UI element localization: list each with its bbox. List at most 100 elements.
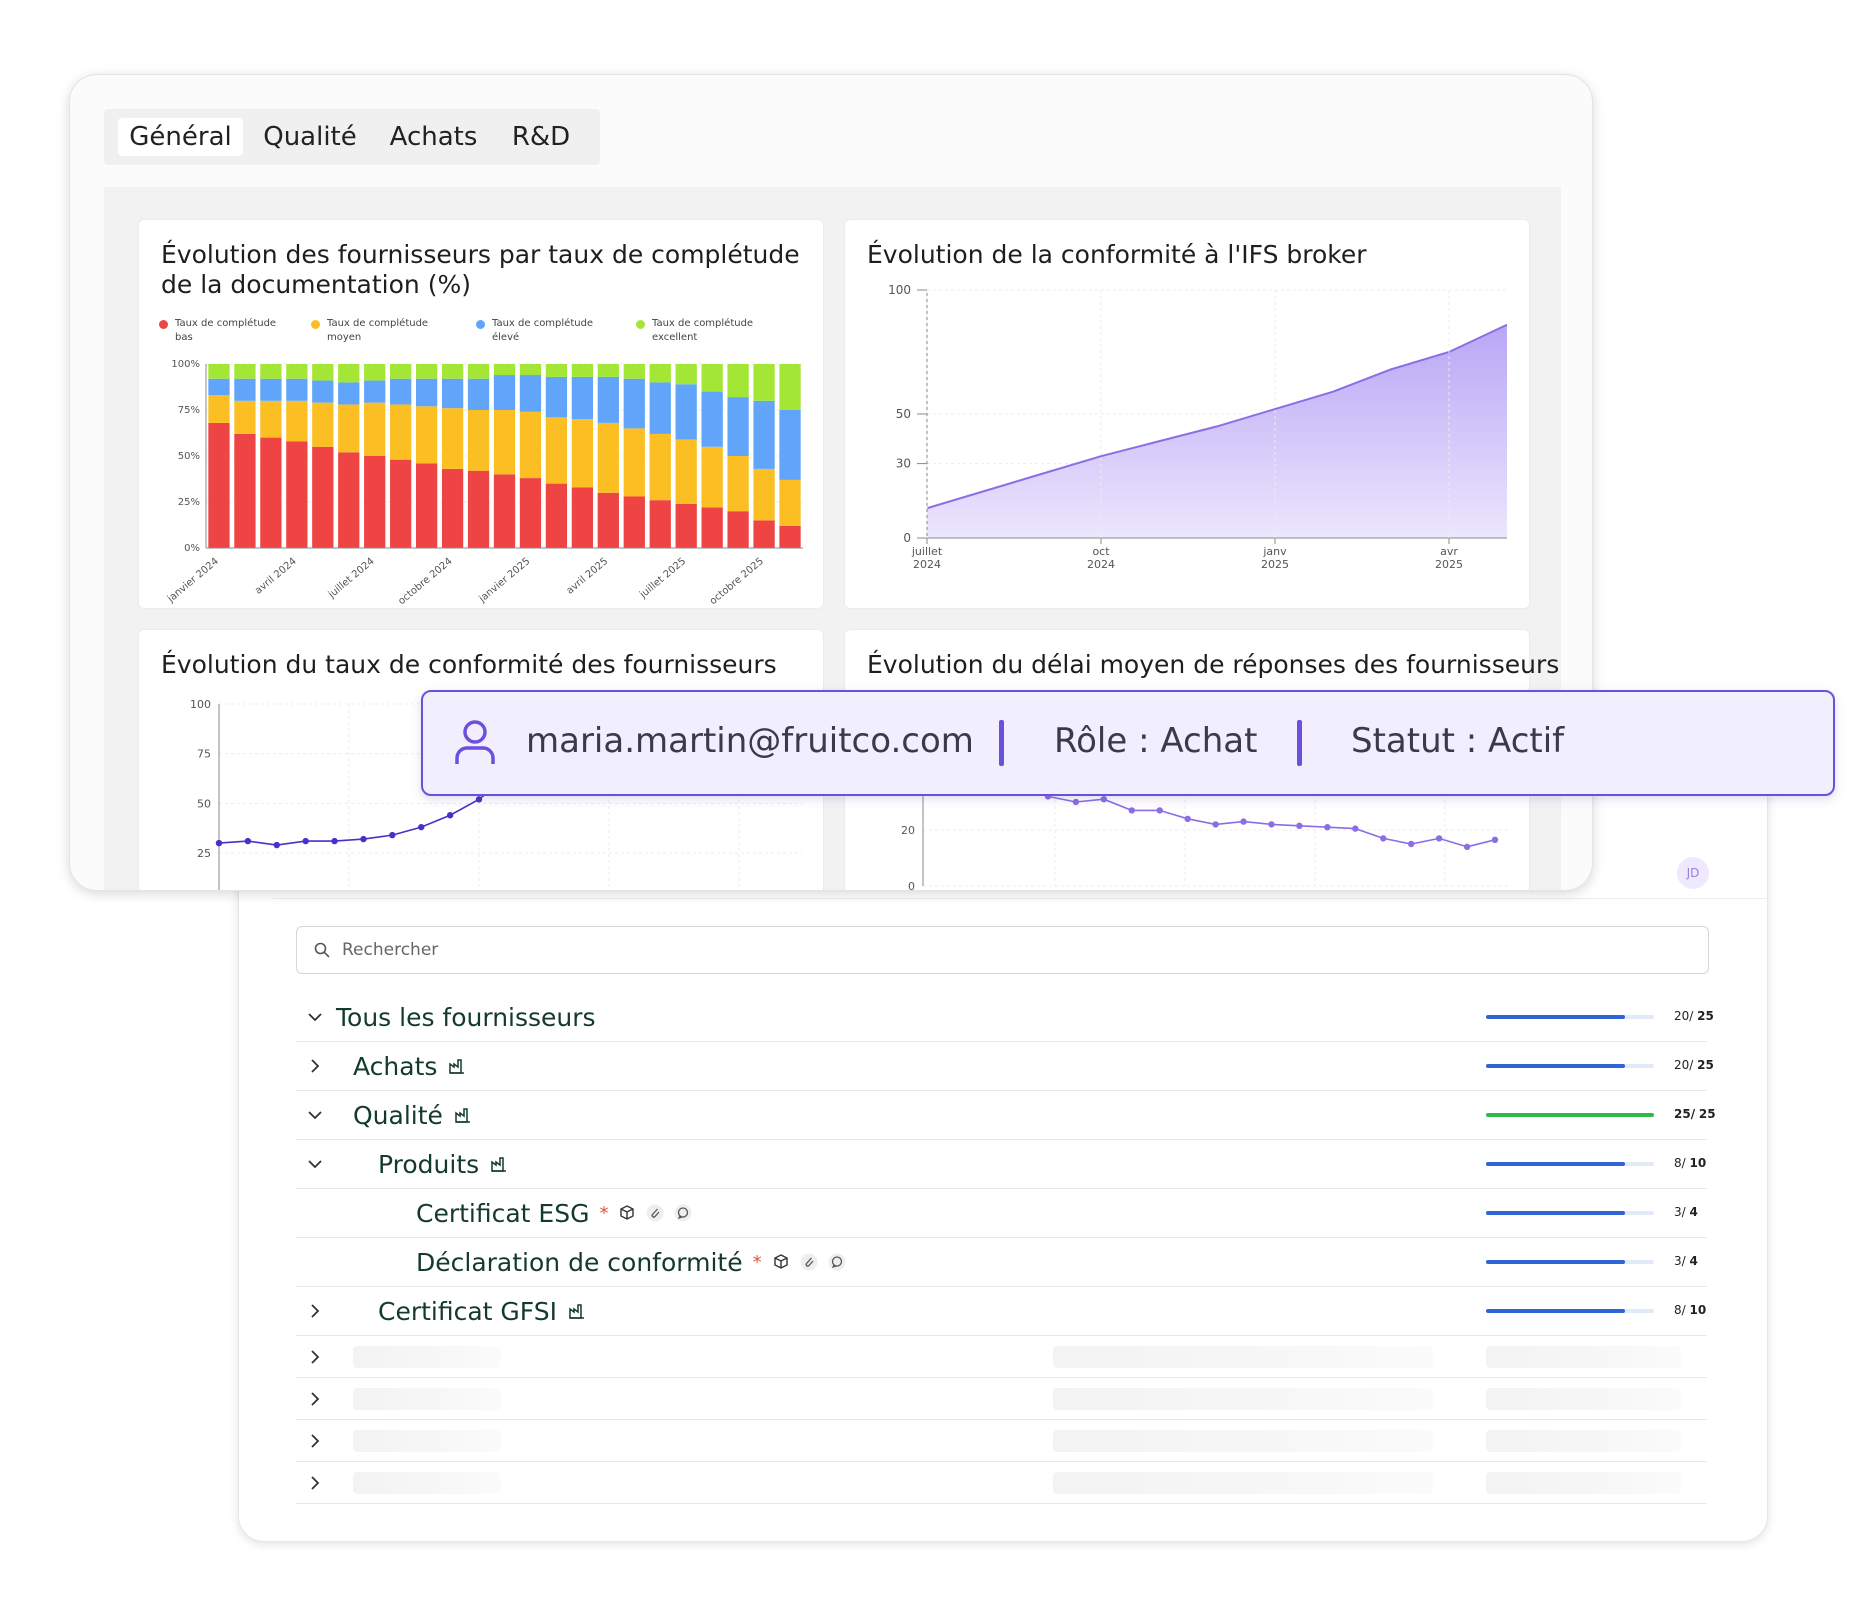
chevron-right-icon[interactable] (306, 1474, 324, 1492)
bar-segment (441, 364, 464, 379)
y-tick-label: 100 (888, 283, 911, 297)
bar-segment (519, 364, 542, 376)
bar-segment (779, 410, 801, 480)
bar-segment (701, 507, 723, 548)
x-tick-label: avril 2024 (253, 556, 299, 597)
chevron-right-icon[interactable] (306, 1302, 324, 1320)
bar-segment (338, 364, 360, 383)
row-label: Produits (378, 1149, 480, 1179)
bar-segment (286, 364, 308, 379)
bar-segment (597, 422, 619, 493)
bar-segment (312, 446, 334, 548)
comment-icon[interactable] (828, 1253, 846, 1271)
user-status: Statut : Actif (1351, 721, 1565, 761)
row-label: Certificat GFSI (378, 1296, 557, 1326)
chevron-down-icon[interactable] (306, 1106, 324, 1124)
bar-segment (415, 463, 438, 548)
chevron-right-icon[interactable] (306, 1390, 324, 1408)
chevron-down-icon[interactable] (306, 1008, 324, 1026)
bar-segment (701, 391, 723, 447)
paperclip-icon[interactable] (800, 1253, 818, 1271)
x-tick-label: juillet (911, 545, 943, 558)
skeleton-row[interactable] (296, 1462, 1707, 1504)
skeleton-placeholder (1486, 1430, 1681, 1452)
chevron-right-icon[interactable] (306, 1348, 324, 1366)
bar-segment (260, 400, 282, 438)
progress-bar (1486, 1162, 1654, 1166)
data-point (1156, 807, 1163, 814)
y-tick-label: 75 (197, 748, 211, 761)
bar-segment (234, 378, 256, 401)
tab-general[interactable]: Général (118, 118, 243, 156)
factory-icon (449, 1059, 465, 1074)
bar-segment (467, 470, 490, 548)
bar-segment (364, 456, 386, 548)
search-input[interactable] (340, 934, 1708, 966)
search-icon (314, 942, 330, 958)
bar-segment (364, 364, 386, 381)
tree-row-certificat-gfsi[interactable]: Certificat GFSI 8/ 10 (296, 1287, 1707, 1336)
x-tick-label: avr (1440, 545, 1458, 558)
stacked-bar-chart: 0% 25% 50% 75% 100% janvier 2024 avril 2024 jui… (165, 359, 803, 607)
bar-segment (519, 411, 542, 479)
skeleton-row[interactable] (296, 1378, 1707, 1420)
bar-segment (415, 378, 438, 407)
bar-segment (701, 446, 723, 508)
package-icon (773, 1254, 788, 1269)
data-point (215, 839, 223, 847)
search-field[interactable] (296, 926, 1709, 974)
skeleton-row[interactable] (296, 1420, 1707, 1462)
user-avatar[interactable]: JD (1677, 857, 1709, 889)
tree-row-produits[interactable]: Produits 8/ 10 (296, 1140, 1707, 1189)
x-tick-label: janv (1262, 545, 1287, 558)
tree-row-achats[interactable]: Achats 20/ 25 (296, 1042, 1714, 1091)
skeleton-placeholder (353, 1388, 501, 1410)
bar-segment (649, 500, 671, 548)
data-point (1380, 835, 1387, 842)
bar-segment (597, 364, 619, 377)
tree-row-declaration-conformite[interactable]: Déclaration de conformité * 3/ 4 (296, 1238, 1707, 1287)
x-tick-label: 2024 (913, 558, 941, 571)
progress-bar (1486, 1309, 1654, 1313)
paperclip-icon[interactable] (646, 1204, 664, 1222)
bar-segment (208, 395, 230, 423)
progress-count: 20/ 25 (1674, 1058, 1714, 1072)
header-divider (273, 898, 1768, 899)
data-point (1463, 843, 1471, 850)
chevron-right-icon[interactable] (306, 1432, 324, 1450)
bar-segment (234, 400, 256, 434)
chevron-down-icon[interactable] (306, 1155, 324, 1173)
y-tick-label: 25 (197, 847, 211, 860)
tree-row-qualite[interactable]: Qualité 25/ 25 (296, 1091, 1716, 1140)
data-point (1100, 796, 1108, 803)
tree-row-all-suppliers[interactable]: Tous les fournisseurs 20/ 25 (296, 993, 1714, 1042)
bar-segment (467, 364, 490, 379)
tab-rd[interactable]: R&D (498, 118, 584, 156)
data-point (331, 837, 338, 845)
x-tick-label: octobre 2024 (396, 556, 454, 607)
y-tick-label: 50 (197, 797, 211, 810)
comment-icon[interactable] (674, 1204, 692, 1222)
row-label: Qualité (353, 1100, 443, 1130)
skeleton-row[interactable] (296, 1336, 1707, 1378)
bar-segment (260, 437, 282, 548)
data-point (1184, 815, 1191, 822)
bar-segment (675, 384, 697, 440)
data-point (302, 837, 309, 845)
chevron-right-icon[interactable] (306, 1057, 324, 1075)
tab-achats[interactable]: Achats (376, 118, 491, 156)
bar-segment (623, 496, 645, 548)
y-tick-label: 100% (171, 359, 200, 370)
data-point (1491, 836, 1499, 843)
tab-qualite[interactable]: Qualité (250, 118, 370, 156)
tree-row-certificat-esg[interactable]: Certificat ESG * 3/ 4 (296, 1189, 1707, 1238)
bar-segment (753, 364, 775, 401)
bar-segment (312, 364, 334, 381)
bar-segment (286, 441, 308, 548)
factory-icon (455, 1108, 470, 1123)
area-chart: 03050100juillet2024oct2024janv2025avr202… (888, 283, 1508, 571)
x-tick-label: 2025 (1261, 558, 1289, 571)
bar-segment (493, 410, 516, 475)
progress-count: 8/ 10 (1674, 1303, 1707, 1317)
y-tick-label: 0% (184, 543, 200, 554)
